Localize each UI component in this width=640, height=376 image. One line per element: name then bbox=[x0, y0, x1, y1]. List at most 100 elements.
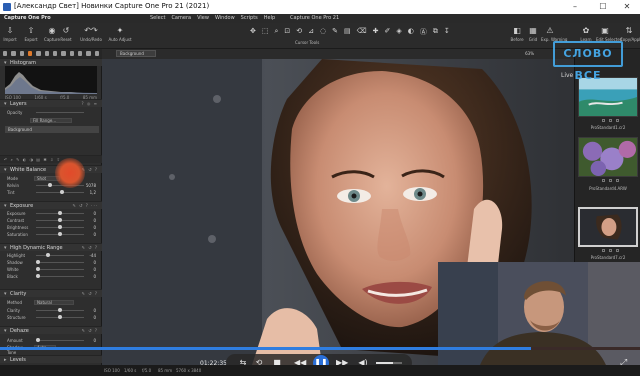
tab-metadata-icon[interactable] bbox=[69, 51, 74, 56]
menu-view[interactable]: View bbox=[197, 15, 209, 21]
tab-search-icon[interactable] bbox=[94, 51, 99, 56]
thumbnail-3-selected[interactable] bbox=[578, 207, 638, 247]
tab-details-icon[interactable] bbox=[44, 51, 49, 56]
menu-camera[interactable]: Camera bbox=[171, 15, 191, 21]
white-slider[interactable] bbox=[36, 269, 84, 270]
tab-capture-icon[interactable] bbox=[11, 51, 16, 56]
menu-window[interactable]: Window bbox=[215, 15, 235, 21]
maximize-icon[interactable]: ☐ bbox=[590, 0, 616, 14]
fill-range-button[interactable]: Fill Range... bbox=[30, 118, 72, 123]
exposure-knob[interactable] bbox=[58, 211, 62, 215]
layers-header[interactable]: ▾ Layers ? ◎ ≡ bbox=[0, 99, 102, 107]
copy-apply-button[interactable]: ⇅ Copy/Apply bbox=[620, 23, 640, 42]
export-button[interactable]: ⇧ Export bbox=[23, 26, 39, 42]
keystone-icon[interactable]: ⊿ bbox=[308, 27, 314, 37]
thumbnail-2[interactable] bbox=[578, 137, 638, 177]
levels-header[interactable]: ▸ Levels bbox=[0, 355, 102, 363]
rotate-icon[interactable]: ⟲ bbox=[296, 27, 302, 37]
dehaze-knob[interactable] bbox=[36, 338, 40, 342]
section-tools-icons: ✎ ↺ ? bbox=[81, 291, 98, 296]
picker-icon[interactable]: ✚ bbox=[373, 27, 379, 37]
color-picker-icon[interactable]: ◐ bbox=[408, 27, 414, 37]
cursor-tools-label: Cursor Tools bbox=[295, 40, 320, 45]
copy-icon[interactable]: ⧉ bbox=[433, 27, 438, 37]
hdr-header[interactable]: ▾ High Dynamic Range ✎ ↺ ? bbox=[0, 243, 102, 251]
clarity-header[interactable]: ▾ Clarity ✎ ↺ ? bbox=[0, 289, 102, 297]
thumbnail-3-rating[interactable] bbox=[595, 249, 625, 253]
close-icon[interactable]: ✕ bbox=[614, 0, 640, 14]
opacity-row: Opacity bbox=[4, 110, 98, 116]
contrast-row: Contrast 0 bbox=[7, 218, 96, 223]
toolbar-history-group: ↺ Reset ↶↷ Undo/Redo bbox=[58, 26, 103, 42]
pan-icon[interactable]: ✥ bbox=[250, 27, 256, 37]
menu-select[interactable]: Select bbox=[150, 15, 165, 21]
learn-button[interactable]: ✿ Learn bbox=[577, 23, 595, 42]
apply-icon[interactable]: ↧ bbox=[444, 27, 450, 37]
contrast-knob[interactable] bbox=[58, 218, 62, 222]
opacity-slider[interactable] bbox=[36, 112, 84, 113]
clarity-knob[interactable] bbox=[58, 308, 62, 312]
annotate-icon[interactable]: ✐ bbox=[384, 27, 390, 37]
tab-lens-icon[interactable] bbox=[19, 51, 24, 56]
viewer-header: Background 63% bbox=[102, 49, 574, 59]
layer-background[interactable]: Background bbox=[5, 126, 99, 133]
undo-redo-button[interactable]: ↶↷ Undo/Redo bbox=[79, 26, 103, 42]
highlight-knob[interactable] bbox=[46, 253, 50, 257]
menu-scripts[interactable]: Scripts bbox=[241, 15, 258, 21]
reset-button[interactable]: ↺ Reset bbox=[58, 26, 74, 42]
white-knob[interactable] bbox=[36, 267, 40, 271]
menu-help[interactable]: Help bbox=[264, 15, 275, 21]
exposure-warning-button[interactable]: ⚠ Exp. Warning bbox=[541, 23, 567, 42]
tab-adjust-icon[interactable] bbox=[61, 51, 66, 56]
tab-output-icon[interactable] bbox=[77, 51, 83, 56]
edit-selected-button[interactable]: ▣ Edit Selected bbox=[596, 23, 622, 42]
histogram-header[interactable]: ▾ Histogram bbox=[0, 58, 102, 66]
gradient-icon[interactable]: ▤ bbox=[344, 27, 351, 37]
thumbnail-2-rating[interactable] bbox=[595, 179, 625, 183]
spot-icon[interactable]: ◌ bbox=[320, 27, 326, 37]
toolbar-auto-group: ✦ Auto Adjust bbox=[108, 26, 132, 42]
shadow-knob[interactable] bbox=[36, 260, 40, 264]
tab-color-icon[interactable] bbox=[27, 51, 33, 56]
highlight-slider[interactable] bbox=[36, 255, 84, 256]
text-icon[interactable]: Ⓐ bbox=[420, 27, 427, 37]
black-slider[interactable] bbox=[36, 276, 84, 277]
import-button[interactable]: ⇩ Import bbox=[2, 26, 18, 42]
dehaze-header[interactable]: ▾ Dehaze ✎ ↺ ? bbox=[0, 326, 102, 334]
toolbar-left-group: ⇩ Import ⇧ Export ◉ Capture bbox=[2, 26, 60, 42]
exposure-header[interactable]: ▾ Exposure ✎ ↺ ? ··· bbox=[0, 201, 102, 209]
tab-local-icon[interactable] bbox=[52, 51, 58, 56]
crop-icon[interactable]: ⊡ bbox=[284, 27, 290, 37]
layer-select[interactable]: Background bbox=[116, 50, 156, 57]
white-balance-header[interactable]: ▾ White Balance ✎ ↺ ? bbox=[0, 165, 102, 173]
select-icon[interactable]: ⬚ bbox=[262, 27, 269, 37]
thumbnail-1-name: ProStandard1.cr2 bbox=[590, 125, 626, 130]
eraser-icon[interactable]: ⌫ bbox=[357, 27, 367, 37]
tab-exposure-icon[interactable] bbox=[36, 51, 41, 56]
thumbnail-3-name: ProStandard7.cr2 bbox=[590, 255, 626, 260]
section-tools-icons: ✎ ↺ ? bbox=[81, 245, 98, 250]
shadow-slider[interactable] bbox=[36, 262, 84, 263]
auto-adjust-button[interactable]: ✦ Auto Adjust bbox=[108, 26, 132, 42]
tab-batch-icon[interactable] bbox=[86, 51, 91, 56]
structure-knob[interactable] bbox=[58, 315, 62, 319]
zoom-icon[interactable]: ⌕ bbox=[275, 27, 279, 37]
section-tools-icons: ? ◎ ≡ bbox=[81, 101, 98, 106]
app-window: [Александр Свет] Новинки Capture One Pro… bbox=[0, 0, 640, 376]
minimize-icon[interactable]: – bbox=[562, 0, 588, 14]
grid-button[interactable]: ▦ Grid bbox=[524, 23, 542, 42]
tab-library-icon[interactable] bbox=[3, 51, 8, 56]
zoom-readout[interactable]: 63% bbox=[525, 51, 534, 56]
clarity-method-select[interactable]: Natural bbox=[34, 300, 74, 305]
undo-redo-icon: ↶↷ bbox=[84, 26, 98, 35]
saturation-knob[interactable] bbox=[58, 232, 62, 236]
histogram-graph bbox=[5, 66, 97, 94]
brush-icon[interactable]: ✎ bbox=[332, 27, 338, 37]
kelvin-knob[interactable] bbox=[48, 183, 52, 187]
thumbnail-1-rating[interactable] bbox=[595, 119, 625, 123]
tint-knob[interactable] bbox=[60, 190, 64, 194]
brightness-knob[interactable] bbox=[58, 225, 62, 229]
dehaze-slider[interactable] bbox=[36, 340, 84, 341]
wb-picker-icon[interactable]: ◈ bbox=[396, 27, 401, 37]
black-knob[interactable] bbox=[36, 274, 40, 278]
